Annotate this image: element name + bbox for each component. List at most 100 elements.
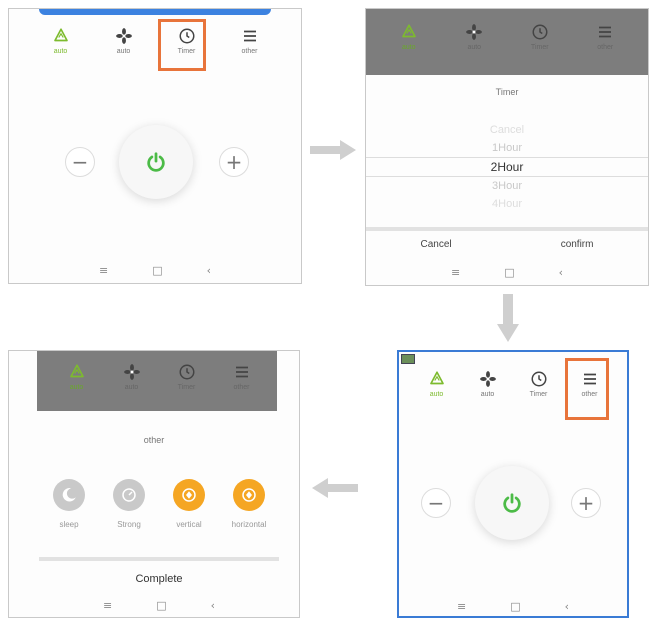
recycle-icon <box>428 370 446 388</box>
plus-icon: + <box>225 150 243 174</box>
mode-label: auto <box>467 44 482 51</box>
mode-auto-fan[interactable]: auto <box>102 27 146 55</box>
increase-button[interactable]: + <box>219 147 249 177</box>
mode-timer[interactable]: Timer <box>165 363 209 391</box>
mode-auto-recycle[interactable]: auto <box>55 363 99 391</box>
decrease-button[interactable]: − <box>421 488 451 518</box>
mode-bar: auto auto Timer other <box>376 23 638 51</box>
fan-icon <box>479 370 497 388</box>
power-icon <box>501 492 523 514</box>
hour-picker[interactable]: Cancel 1Hour 2Hour 3Hour 4Hour <box>366 121 648 213</box>
mode-auto-fan[interactable]: auto <box>452 23 496 51</box>
mode-auto-recycle[interactable]: auto <box>39 27 83 55</box>
nav-menu-icon[interactable]: ≡ <box>457 600 466 613</box>
increase-button[interactable]: + <box>571 488 601 518</box>
mode-other[interactable]: other <box>583 23 627 51</box>
nav-back-icon[interactable]: ‹ <box>207 264 211 277</box>
mode-label: other <box>597 44 614 51</box>
nav-back-icon[interactable]: ‹ <box>559 266 563 279</box>
option-sleep[interactable]: sleep <box>40 479 98 529</box>
option-label: sleep <box>59 520 79 529</box>
recycle-icon <box>52 27 70 45</box>
screen-main-other-step: auto auto Timer other − + ≡ □ ‹ <box>397 350 629 618</box>
clock-icon <box>178 363 196 381</box>
picker-option[interactable]: 1Hour <box>366 139 648 157</box>
nav-menu-icon[interactable]: ≡ <box>451 266 460 279</box>
nav-home-icon[interactable]: □ <box>510 600 520 613</box>
mode-label: other <box>241 48 258 55</box>
nav-menu-icon[interactable]: ≡ <box>99 264 108 277</box>
screen-other-options: auto auto Timer other other sleep Strong… <box>8 350 300 618</box>
mode-label: auto <box>124 384 139 391</box>
power-button[interactable] <box>475 466 549 540</box>
system-nav-bar: ≡ □ ‹ <box>9 264 301 277</box>
system-nav-bar: ≡ □ ‹ <box>399 600 627 613</box>
option-row: sleep Strong vertical horizontal <box>39 479 279 529</box>
fan-icon <box>115 27 133 45</box>
arrow-left-icon <box>312 478 358 498</box>
system-nav-bar: ≡ □ ‹ <box>39 599 279 612</box>
confirm-button[interactable]: confirm <box>561 239 594 250</box>
mode-bar: auto auto Timer other <box>49 363 269 391</box>
recycle-icon <box>400 23 418 41</box>
clock-icon <box>531 23 549 41</box>
sheet-divider <box>39 557 279 561</box>
vertical-swing-icon <box>180 486 198 504</box>
mode-auto-fan[interactable]: auto <box>110 363 154 391</box>
nav-menu-icon[interactable]: ≡ <box>103 599 112 612</box>
decrease-button[interactable]: − <box>65 147 95 177</box>
arrow-down-icon <box>497 294 519 342</box>
picker-selected-option[interactable]: 2Hour <box>366 157 648 177</box>
mode-auto-fan[interactable]: auto <box>466 370 510 398</box>
minus-icon: − <box>427 491 445 515</box>
option-horizontal[interactable]: horizontal <box>220 479 278 529</box>
option-strong[interactable]: Strong <box>100 479 158 529</box>
mode-label: auto <box>401 44 416 51</box>
mode-label: Timer <box>530 44 549 51</box>
app-thumbnail <box>401 354 415 364</box>
nav-back-icon[interactable]: ‹ <box>565 600 569 613</box>
mode-auto-recycle[interactable]: auto <box>387 23 431 51</box>
power-icon <box>145 151 167 173</box>
nav-home-icon[interactable]: □ <box>152 264 162 277</box>
highlight-box <box>158 19 206 71</box>
option-label: vertical <box>176 520 202 529</box>
fan-icon <box>465 23 483 41</box>
mode-timer[interactable]: Timer <box>517 370 561 398</box>
mode-timer[interactable]: Timer <box>518 23 562 51</box>
mode-label: auto <box>69 384 84 391</box>
mode-other[interactable]: other <box>228 27 272 55</box>
picker-option[interactable]: Cancel <box>366 121 648 139</box>
option-vertical[interactable]: vertical <box>160 479 218 529</box>
nav-back-icon[interactable]: ‹ <box>211 599 215 612</box>
gauge-icon <box>120 486 138 504</box>
sheet-title: Timer <box>495 87 519 97</box>
picker-option[interactable]: 4Hour <box>366 195 648 213</box>
arrow-right-icon <box>310 140 356 160</box>
mode-other[interactable]: other <box>220 363 264 391</box>
cancel-button[interactable]: Cancel <box>421 239 452 250</box>
moon-icon <box>60 486 78 504</box>
mode-label: auto <box>480 391 495 398</box>
mode-label: auto <box>116 48 131 55</box>
mode-bar: auto auto Timer other <box>29 27 281 55</box>
complete-button[interactable]: Complete <box>39 573 279 585</box>
status-edge <box>39 9 271 15</box>
menu-icon <box>233 363 251 381</box>
menu-icon <box>596 23 614 41</box>
fan-icon <box>123 363 141 381</box>
highlight-box <box>565 358 609 420</box>
clock-icon <box>530 370 548 388</box>
mode-label: auto <box>53 48 68 55</box>
mode-auto-recycle[interactable]: auto <box>415 370 459 398</box>
horizontal-swing-icon <box>240 486 258 504</box>
recycle-icon <box>68 363 86 381</box>
mode-label: Timer <box>529 391 548 398</box>
power-button[interactable] <box>119 125 193 199</box>
picker-option[interactable]: 3Hour <box>366 177 648 195</box>
mode-label: other <box>233 384 250 391</box>
screen-timer-picker: auto auto Timer other Timer Cancel 1Hour… <box>365 8 649 286</box>
nav-home-icon[interactable]: □ <box>504 266 514 279</box>
plus-icon: + <box>577 491 595 515</box>
nav-home-icon[interactable]: □ <box>156 599 166 612</box>
